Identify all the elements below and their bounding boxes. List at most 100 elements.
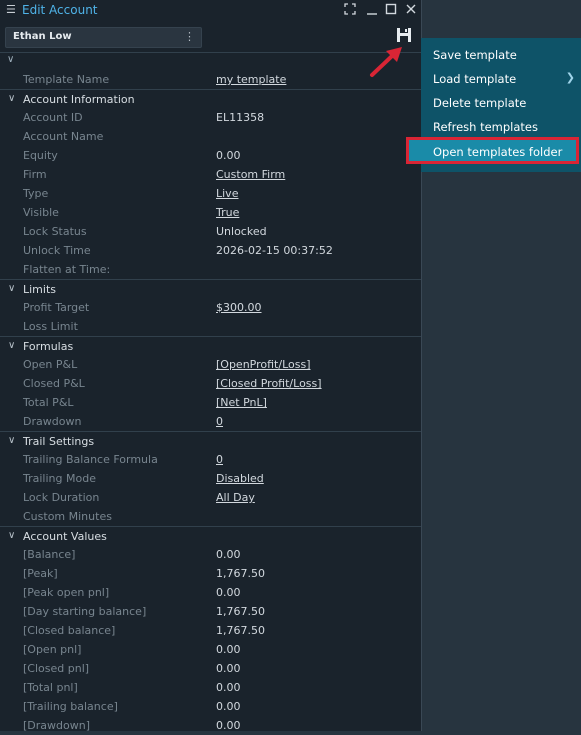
property-row[interactable]: Custom Minutes <box>0 507 421 526</box>
more-vertical-icon[interactable]: ⋮ <box>184 30 195 43</box>
property-value[interactable]: Custom Firm <box>216 168 285 181</box>
property-row[interactable]: Account ID EL11358 <box>0 108 421 127</box>
section-header[interactable]: ∨ Account Information <box>0 89 421 109</box>
menu-item-refresh-templates[interactable]: Refresh templates <box>433 120 538 134</box>
property-row[interactable]: [Closed balance] 1,767.50 <box>0 621 421 640</box>
divider <box>0 52 421 53</box>
property-label: [Balance] <box>23 548 76 561</box>
chevron-down-icon[interactable]: ∨ <box>8 435 15 446</box>
account-selector-value: Ethan Low <box>13 31 72 42</box>
chevron-down-icon[interactable]: ∨ <box>8 340 15 351</box>
chevron-down-icon[interactable]: ∨ <box>8 93 15 104</box>
section-title: Account Information <box>23 93 135 106</box>
annotation-arrow <box>370 47 402 77</box>
chevron-down-icon[interactable]: ∨ <box>8 530 15 541</box>
property-label: Trailing Balance Formula <box>23 453 158 466</box>
property-value: 1,767.50 <box>216 624 265 637</box>
template-name-row[interactable]: Template Name my template <box>0 70 421 89</box>
floppy-disk-icon <box>397 28 411 42</box>
property-value[interactable]: [Net PnL] <box>216 396 267 409</box>
property-value[interactable]: Live <box>216 187 238 200</box>
property-value[interactable]: 0 <box>216 453 223 466</box>
property-row[interactable]: Firm Custom Firm <box>0 165 421 184</box>
property-row[interactable]: Loss Limit <box>0 317 421 336</box>
property-row[interactable]: [Day starting balance] 1,767.50 <box>0 602 421 621</box>
property-value[interactable]: $300.00 <box>216 301 262 314</box>
property-label: Account Name <box>23 130 104 143</box>
section-header[interactable]: ∨ Limits <box>0 279 421 299</box>
fullscreen-icon[interactable] <box>344 3 356 18</box>
title-bar: ☰ Edit Account <box>0 0 421 22</box>
property-value: 1,767.50 <box>216 605 265 618</box>
chevron-right-icon: ❯ <box>565 71 575 84</box>
property-value: 0.00 <box>216 662 241 675</box>
property-row[interactable]: Trailing Balance Formula 0 <box>0 450 421 469</box>
property-row[interactable]: Drawdown 0 <box>0 412 421 431</box>
section-header[interactable]: ∨ Trail Settings <box>0 431 421 451</box>
property-row[interactable]: [Open pnl] 0.00 <box>0 640 421 659</box>
property-row[interactable]: [Drawdown] 0.00 <box>0 716 421 735</box>
property-label: Account ID <box>23 111 83 124</box>
property-value: 1,767.50 <box>216 567 265 580</box>
property-value: 0.00 <box>216 719 241 732</box>
property-value: 2026-02-15 00:37:52 <box>216 244 333 257</box>
menu-item-delete-template[interactable]: Delete template <box>433 96 526 110</box>
property-value[interactable]: 0 <box>216 415 223 428</box>
property-row[interactable]: [Total pnl] 0.00 <box>0 678 421 697</box>
property-row[interactable]: Visible True <box>0 203 421 222</box>
property-row[interactable]: Type Live <box>0 184 421 203</box>
property-label: Lock Duration <box>23 491 100 504</box>
property-label: [Peak] <box>23 567 58 580</box>
property-value: EL11358 <box>216 111 265 124</box>
menu-item-save-template[interactable]: Save template <box>433 48 517 62</box>
minimize-icon[interactable] <box>366 3 378 18</box>
property-row[interactable]: Equity 0.00 <box>0 146 421 165</box>
property-row[interactable]: [Closed pnl] 0.00 <box>0 659 421 678</box>
property-label: Lock Status <box>23 225 87 238</box>
property-value: 0.00 <box>216 586 241 599</box>
section-title: Account Values <box>23 530 107 543</box>
property-value[interactable]: [OpenProfit/Loss] <box>216 358 311 371</box>
property-value[interactable]: Disabled <box>216 472 264 485</box>
property-label: [Closed balance] <box>23 624 116 637</box>
section-header[interactable]: ∨ Formulas <box>0 336 421 356</box>
property-row[interactable]: Account Name <box>0 127 421 146</box>
property-label: Unlock Time <box>23 244 91 257</box>
save-template-button[interactable] <box>396 27 414 45</box>
property-label: [Trailing balance] <box>23 700 118 713</box>
property-row[interactable]: [Peak open pnl] 0.00 <box>0 583 421 602</box>
property-label: Flatten at Time: <box>23 263 111 276</box>
property-value[interactable]: True <box>216 206 239 219</box>
property-row[interactable]: Flatten at Time: <box>0 260 421 279</box>
edit-account-panel: ☰ Edit Account Ethan Low ⋮ ∨ Template Na… <box>0 0 422 732</box>
section-title: Limits <box>23 283 56 296</box>
menu-item-load-template[interactable]: Load template <box>433 72 516 86</box>
account-selector[interactable]: Ethan Low ⋮ <box>5 27 202 48</box>
maximize-icon[interactable] <box>385 3 397 18</box>
property-row[interactable]: [Balance] 0.00 <box>0 545 421 564</box>
property-row[interactable]: Profit Target $300.00 <box>0 298 421 317</box>
property-value[interactable]: All Day <box>216 491 255 504</box>
property-row[interactable]: [Trailing balance] 0.00 <box>0 697 421 716</box>
property-row[interactable]: Open P&L [OpenProfit/Loss] <box>0 355 421 374</box>
property-row[interactable]: Lock Status Unlocked <box>0 222 421 241</box>
property-row[interactable]: Trailing Mode Disabled <box>0 469 421 488</box>
property-row[interactable]: Unlock Time 2026-02-15 00:37:52 <box>0 241 421 260</box>
property-row[interactable]: Lock Duration All Day <box>0 488 421 507</box>
template-name-value[interactable]: my template <box>216 73 286 86</box>
property-value[interactable]: [Closed Profit/Loss] <box>216 377 322 390</box>
property-value: 0.00 <box>216 643 241 656</box>
property-row[interactable]: Closed P&L [Closed Profit/Loss] <box>0 374 421 393</box>
chevron-down-icon[interactable]: ∨ <box>7 54 14 65</box>
property-label: Open P&L <box>23 358 78 371</box>
property-label: Total P&L <box>23 396 74 409</box>
close-icon[interactable] <box>405 3 417 18</box>
section-header[interactable]: ∨ Account Values <box>0 526 421 546</box>
property-label: Loss Limit <box>23 320 78 333</box>
menu-item-open-templates-folder[interactable]: Open templates folder <box>406 137 579 164</box>
property-row[interactable]: Total P&L [Net PnL] <box>0 393 421 412</box>
property-row[interactable]: [Peak] 1,767.50 <box>0 564 421 583</box>
chevron-down-icon[interactable]: ∨ <box>8 283 15 294</box>
property-label: [Open pnl] <box>23 643 82 656</box>
hamburger-icon[interactable]: ☰ <box>6 3 16 16</box>
